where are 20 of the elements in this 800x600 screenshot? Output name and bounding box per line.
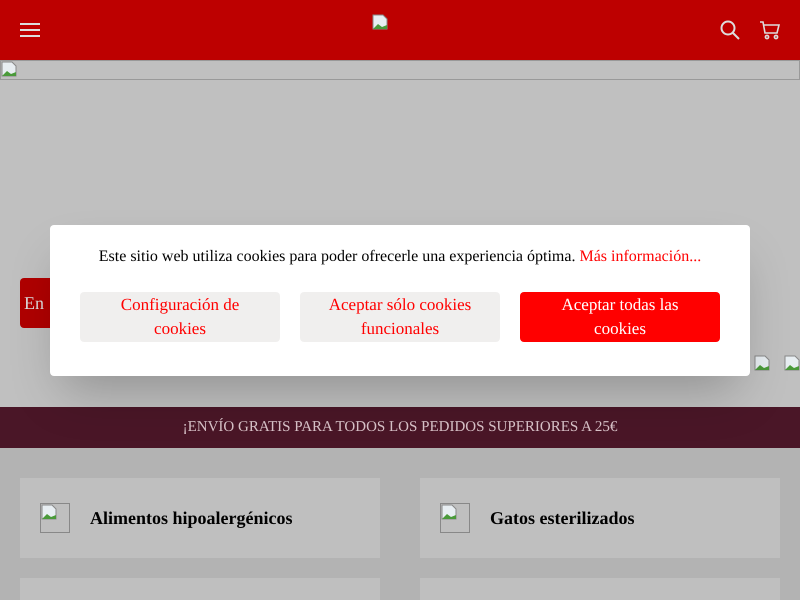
menu-icon[interactable] [20, 22, 40, 38]
cookie-button[interactable]: Configuración de cookies [80, 292, 280, 342]
cookie-button[interactable]: Aceptar todas las cookies [520, 292, 720, 342]
broken-image-icon [754, 355, 770, 371]
category-card[interactable]: Alimentos hipoalergénicos [20, 478, 380, 558]
more-info-link[interactable]: Más información... [579, 248, 702, 265]
category-card[interactable]: Gatos esterilizados [420, 478, 780, 558]
broken-image-icon [1, 61, 17, 77]
hero-button[interactable]: En [20, 278, 50, 328]
shipping-banner: ¡ENVÍO GRATIS PARA TODOS LOS PEDIDOS SUPERIORES A 25€ [0, 407, 800, 448]
broken-image-icon [41, 504, 57, 520]
category-title: Alimentos hipoalergénicos [90, 506, 292, 530]
search-icon[interactable] [720, 20, 740, 40]
broken-image-icon [441, 504, 457, 520]
cookie-message: Este sitio web utiliza cookies para poder ofrecerle una experiencia óptima. Más información... [98, 247, 702, 267]
broken-image-icon [784, 355, 800, 371]
logo-icon [372, 14, 388, 30]
cookie-button[interactable]: Aceptar sólo cookies funcionales [300, 292, 500, 342]
category-title: Gatos esterilizados [490, 506, 634, 530]
cart-icon[interactable] [760, 20, 780, 40]
